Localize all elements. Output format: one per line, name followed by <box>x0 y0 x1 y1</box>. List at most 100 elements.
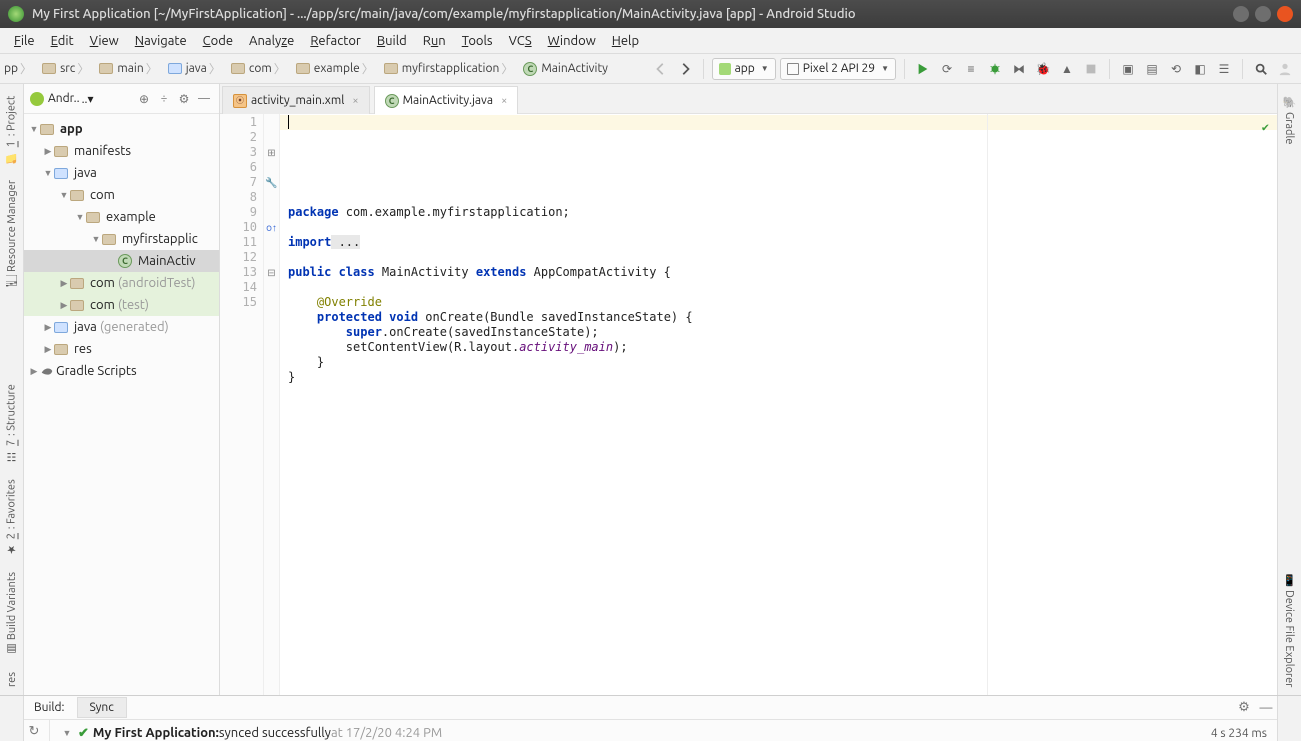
app-icon <box>8 6 24 22</box>
tree-node-gradle-scripts[interactable]: ▶Gradle Scripts <box>24 360 219 382</box>
apply-changes-icon[interactable]: ⟳ <box>937 59 957 79</box>
menu-run[interactable]: Run <box>415 32 454 50</box>
hide-icon[interactable]: — <box>1257 699 1275 717</box>
crumb-java[interactable]: java〉 <box>164 60 227 77</box>
close-icon[interactable]: × <box>352 95 358 107</box>
project-panel: Andr....▾ ⊕ ÷ ⚙ — ▼app ▶manifests ▼java … <box>24 84 220 695</box>
editor-tab-mainactivity[interactable]: CMainActivity.java× <box>374 86 519 114</box>
profile-button[interactable]: ⧓ <box>1009 59 1029 79</box>
main-menubar: File Edit View Navigate Code Analyze Ref… <box>0 28 1301 54</box>
run-config-dropdown[interactable]: app▼ <box>712 58 776 80</box>
structure-icon[interactable]: ☰ <box>1214 59 1234 79</box>
folder-icon <box>231 63 245 74</box>
debug-button[interactable] <box>985 59 1005 79</box>
menu-build[interactable]: Build <box>369 32 415 50</box>
code-editor[interactable]: ✔ package com.example.myfirstapplication… <box>280 114 1277 695</box>
editor-tab-activity-main[interactable]: ⦿activity_main.xml× <box>222 86 370 114</box>
sdk-manager-icon[interactable]: ▤ <box>1142 59 1162 79</box>
menu-help[interactable]: Help <box>604 32 647 50</box>
tree-node-res[interactable]: ▶res <box>24 338 219 360</box>
menu-refactor[interactable]: Refactor <box>302 32 369 50</box>
menu-navigate[interactable]: Navigate <box>127 32 195 50</box>
editor-body[interactable]: 1 2 3 6 7 8 9 10 11 12 13 14 15 ⊞ 🔧 o↑ ⊟ <box>220 114 1277 695</box>
tab-structure[interactable]: ☷ 7: Structure <box>3 376 20 471</box>
project-tree[interactable]: ▼app ▶manifests ▼java ▼com ▼example ▼myf… <box>24 114 219 695</box>
run-button[interactable] <box>913 59 933 79</box>
menu-analyze[interactable]: Analyze <box>241 32 302 50</box>
build-tab-sync[interactable]: Sync <box>77 697 127 718</box>
hide-icon[interactable]: — <box>195 90 213 108</box>
apply-code-icon[interactable]: ≡ <box>961 59 981 79</box>
build-label: Build: <box>24 701 75 714</box>
editor-tabs: ⦿activity_main.xml× CMainActivity.java× <box>220 84 1277 114</box>
crumb-example[interactable]: example〉 <box>292 60 380 77</box>
gradle-icon <box>40 364 54 378</box>
tree-node-com[interactable]: ▼com <box>24 184 219 206</box>
forward-button[interactable] <box>675 59 695 79</box>
tab-build-variants[interactable]: ▤ Build Variants <box>3 564 20 664</box>
crumb-main[interactable]: main〉 <box>95 60 163 77</box>
crumb-src[interactable]: src〉 <box>38 60 95 77</box>
class-icon: C <box>118 254 132 268</box>
window-minimize-button[interactable] <box>1233 6 1249 22</box>
coverage-icon[interactable]: ▲ <box>1057 59 1077 79</box>
build-row-root[interactable]: ▼✔My First Application: synced successfu… <box>60 724 1267 741</box>
search-icon[interactable] <box>1251 59 1271 79</box>
build-tree[interactable]: ▼✔My First Application: synced successfu… <box>50 720 1277 741</box>
editor-area: ⦿activity_main.xml× CMainActivity.java× … <box>220 84 1277 695</box>
menu-tools[interactable]: Tools <box>454 32 501 50</box>
tab-resource-manager[interactable]: 🗂 Resource Manager <box>3 172 20 296</box>
tree-node-com-test[interactable]: ▶com (test) <box>24 294 219 316</box>
tab-device-file-explorer[interactable]: 📱 Device File Explorer <box>1281 566 1298 695</box>
left-tool-strip: 📁 1: Project 🗂 Resource Manager ☷ 7: Str… <box>0 84 24 695</box>
menu-window[interactable]: Window <box>540 32 604 50</box>
xml-icon: ⦿ <box>233 94 247 108</box>
tab-gradle[interactable]: 🐘 Gradle <box>1281 88 1298 152</box>
menu-file[interactable]: File <box>6 32 43 50</box>
device-dropdown[interactable]: Pixel 2 API 29▼ <box>780 58 896 80</box>
build-panel: Build: Sync ⚙ — ↻ 📋 📌 ▼✔My First Applica… <box>0 695 1301 741</box>
crumb-com[interactable]: com〉 <box>227 60 292 77</box>
tree-node-example[interactable]: ▼example <box>24 206 219 228</box>
back-button[interactable] <box>651 59 671 79</box>
folder-icon <box>54 344 68 355</box>
layout-inspector-icon[interactable]: ◧ <box>1190 59 1210 79</box>
menu-edit[interactable]: Edit <box>43 32 82 50</box>
package-icon <box>70 278 84 289</box>
restart-icon[interactable]: ↻ <box>29 724 45 740</box>
folder-icon <box>54 168 68 179</box>
tree-node-pkg[interactable]: ▼myfirstapplic <box>24 228 219 250</box>
crumb-pkg[interactable]: myfirstapplication〉 <box>380 60 520 77</box>
tree-node-app[interactable]: ▼app <box>24 118 219 140</box>
menu-view[interactable]: View <box>82 32 127 50</box>
device-icon <box>787 63 799 75</box>
tab-favorites[interactable]: ★ 2: Favorites <box>3 471 20 564</box>
tree-node-mainactivity[interactable]: CMainActiv <box>24 250 219 272</box>
stop-button[interactable] <box>1081 59 1101 79</box>
tree-node-manifests[interactable]: ▶manifests <box>24 140 219 162</box>
crumb-pp[interactable]: pp〉 <box>0 60 38 77</box>
collapse-all-icon[interactable]: ÷ <box>155 90 173 108</box>
select-opened-icon[interactable]: ⊕ <box>135 90 153 108</box>
window-maximize-button[interactable] <box>1255 6 1271 22</box>
close-icon[interactable]: × <box>501 95 507 107</box>
tab-res[interactable]: res <box>4 664 20 695</box>
menu-code[interactable]: Code <box>195 32 241 50</box>
avd-manager-icon[interactable]: ▣ <box>1118 59 1138 79</box>
window-titlebar: My First Application [~/MyFirstApplicati… <box>0 0 1301 28</box>
tree-node-com-androidtest[interactable]: ▶com (androidTest) <box>24 272 219 294</box>
crumb-class[interactable]: CMainActivity <box>519 62 612 76</box>
breadcrumb: pp〉 src〉 main〉 java〉 com〉 example〉 myfir… <box>0 60 612 77</box>
user-icon[interactable] <box>1275 59 1295 79</box>
project-view-dropdown[interactable]: Andr.. <box>48 92 80 105</box>
sync-gradle-icon[interactable]: ⟲ <box>1166 59 1186 79</box>
gear-icon[interactable]: ⚙ <box>1235 699 1253 717</box>
tree-node-java[interactable]: ▼java <box>24 162 219 184</box>
attach-debugger-icon[interactable]: 🐞 <box>1033 59 1053 79</box>
window-close-button[interactable] <box>1277 6 1293 22</box>
menu-vcs[interactable]: VCS <box>501 32 540 50</box>
gear-icon[interactable]: ⚙ <box>175 90 193 108</box>
folder-icon <box>384 63 398 74</box>
tab-project[interactable]: 📁 1: Project <box>3 88 20 172</box>
tree-node-java-generated[interactable]: ▶java (generated) <box>24 316 219 338</box>
